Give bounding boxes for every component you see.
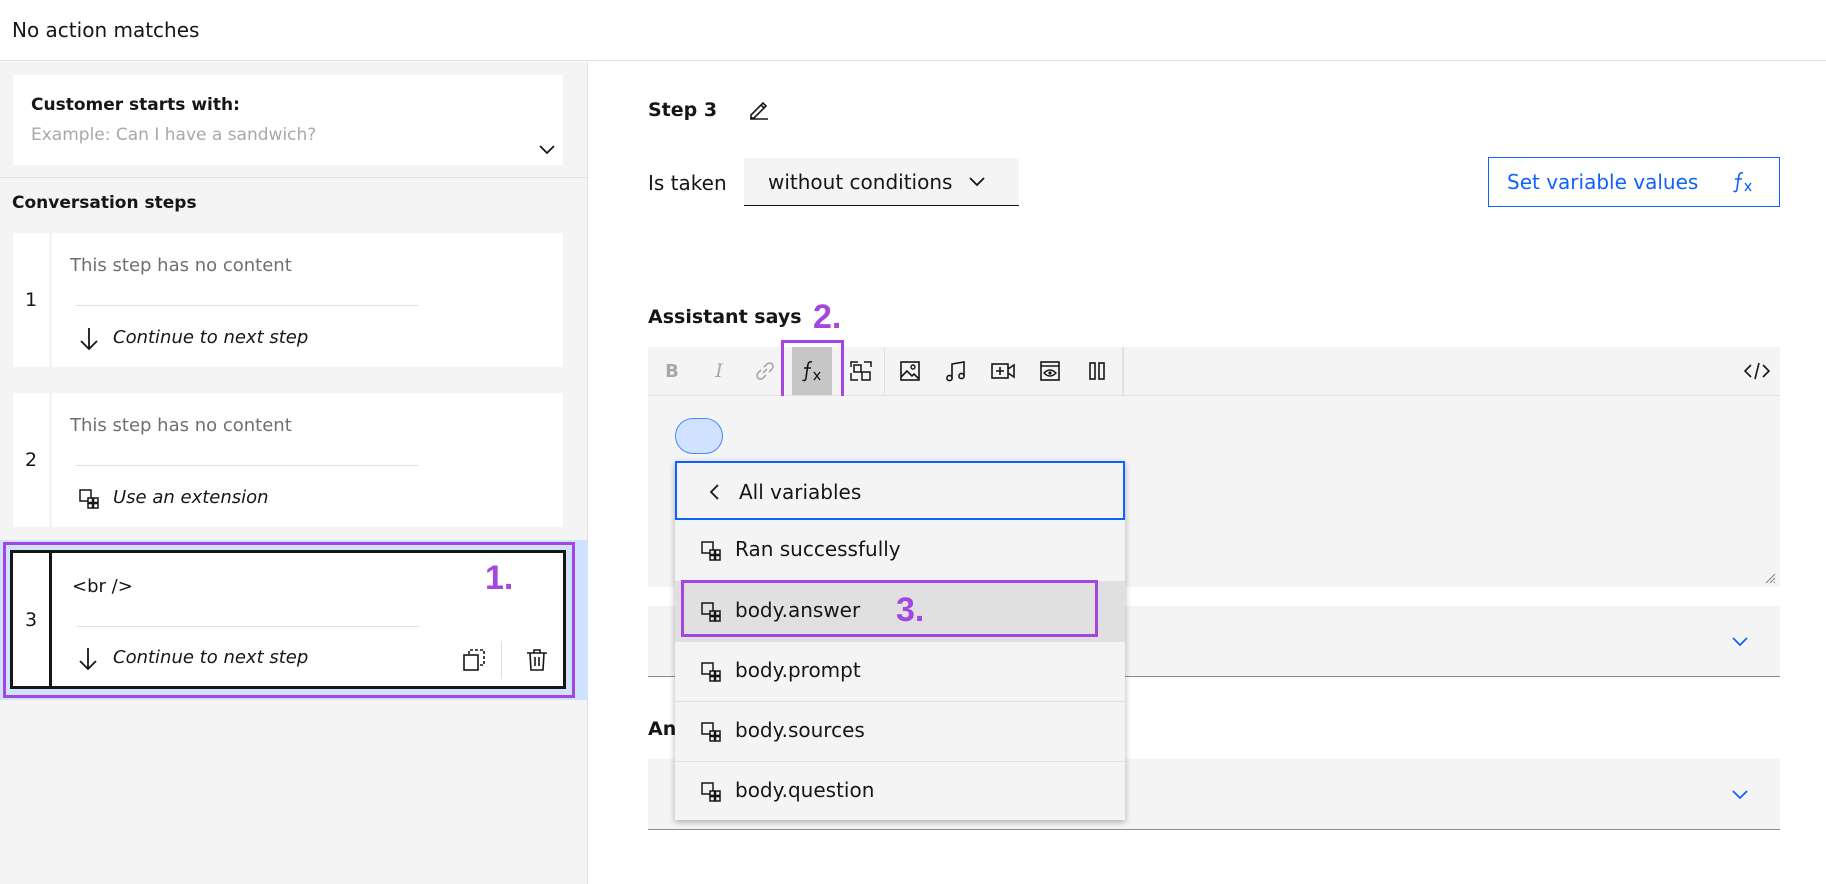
conversation-steps-title: Conversation steps — [12, 193, 197, 213]
toolbar-separator — [1123, 347, 1124, 395]
step-number: 1 — [25, 289, 38, 311]
edit-pencil-icon[interactable] — [748, 98, 770, 120]
variable-item-body-question[interactable]: body.question — [675, 761, 1125, 820]
link-button[interactable] — [745, 347, 785, 395]
arrow-down-icon — [78, 647, 98, 671]
variable-item-label: body.prompt — [735, 658, 861, 682]
image-icon — [900, 361, 920, 381]
page-title: No action matches — [12, 18, 200, 42]
step-title: Step 3 — [648, 99, 718, 121]
arrow-down-icon — [79, 327, 99, 351]
action-separator — [501, 641, 502, 679]
video-button[interactable] — [983, 347, 1023, 395]
all-variables-back-button[interactable]: All variables — [675, 461, 1125, 520]
italic-button[interactable]: I — [699, 347, 739, 395]
video-add-icon — [991, 363, 1015, 379]
variable-item-label: body.sources — [735, 718, 865, 742]
chevron-down-icon[interactable] — [539, 145, 555, 155]
duplicate-icon[interactable] — [462, 648, 486, 672]
step-action: Use an extension — [113, 487, 269, 508]
code-view-button[interactable] — [1737, 347, 1777, 395]
variable-chip[interactable] — [675, 418, 723, 454]
annotation-label-1: 1. — [485, 559, 514, 597]
step-card-2[interactable]: 2 This step has no content Use an extens… — [13, 393, 563, 527]
step-divider — [77, 626, 419, 627]
trash-icon[interactable] — [526, 648, 548, 672]
customer-starts-input[interactable]: Example: Can I have a sandwich? — [31, 125, 316, 145]
and-then-label: An — [648, 718, 677, 740]
top-bar: No action matches — [0, 0, 1826, 61]
variable-item-label: Ran successfully — [735, 537, 901, 561]
columns-button[interactable] — [1077, 347, 1117, 395]
step-action: Continue to next step — [113, 647, 309, 668]
step-action: Continue to next step — [113, 327, 309, 348]
chevron-left-icon — [710, 484, 720, 500]
extension-icon — [701, 722, 721, 742]
step-content: This step has no content — [70, 255, 292, 276]
variable-menu: All variables Ran successfully body.answ… — [675, 461, 1125, 820]
iframe-button[interactable] — [1030, 347, 1070, 395]
columns-icon — [1089, 362, 1105, 380]
step-divider — [76, 305, 418, 306]
assistant-says-label: Assistant says — [648, 306, 802, 328]
extension-icon — [79, 489, 99, 509]
is-taken-label: Is taken — [648, 171, 727, 195]
set-variable-values-label: Set variable values — [1507, 170, 1699, 194]
variable-mapping-icon — [850, 361, 872, 381]
chevron-down-icon — [1732, 790, 1748, 800]
link-icon — [756, 362, 774, 380]
step-content: This step has no content — [70, 415, 292, 436]
annotation-label-3: 3. — [896, 591, 925, 629]
step-divider — [76, 465, 418, 466]
left-divider — [0, 177, 588, 178]
extension-icon — [701, 541, 721, 561]
condition-dropdown[interactable]: without conditions — [744, 158, 1019, 206]
step-card-1[interactable]: 1 This step has no content Continue to n… — [13, 233, 563, 367]
variable-item-label: body.question — [735, 778, 875, 802]
chevron-down-icon — [969, 177, 985, 187]
image-button[interactable] — [890, 347, 930, 395]
step-number: 3 — [25, 609, 38, 631]
step-number: 2 — [25, 449, 38, 471]
set-variable-values-button[interactable]: Set variable values — [1488, 157, 1780, 207]
step-card-3[interactable]: 3 <br /> Continue to next step — [10, 550, 566, 689]
chevron-down-icon — [1732, 637, 1748, 647]
variable-item-ran-successfully[interactable]: Ran successfully — [675, 521, 1125, 581]
toolbar-separator — [1122, 347, 1123, 395]
annotation-box-3 — [681, 580, 1098, 637]
extension-icon — [701, 782, 721, 802]
italic-icon: I — [715, 360, 723, 382]
customer-starts-label: Customer starts with: — [31, 95, 240, 115]
variable-item-body-prompt[interactable]: body.prompt — [675, 641, 1125, 701]
extension-icon — [701, 662, 721, 682]
variable-item-body-sources[interactable]: body.sources — [675, 701, 1125, 761]
bold-button[interactable]: B — [652, 347, 692, 395]
resize-grip-icon[interactable] — [1764, 572, 1776, 584]
customer-starts-card[interactable]: Customer starts with: Example: Can I hav… — [13, 75, 563, 165]
toolbar-separator — [884, 347, 885, 395]
variable-mapping-button[interactable] — [841, 347, 881, 395]
step-content: <br /> — [72, 576, 133, 597]
annotation-label-2: 2. — [813, 298, 842, 336]
function-icon — [1732, 170, 1754, 194]
music-note-icon — [946, 361, 965, 382]
condition-value: without conditions — [768, 170, 953, 194]
code-icon — [1744, 362, 1770, 380]
audio-button[interactable] — [936, 347, 976, 395]
all-variables-label: All variables — [739, 480, 862, 504]
annotation-box-2 — [781, 340, 844, 401]
iframe-icon — [1040, 361, 1060, 381]
bold-icon: B — [665, 360, 679, 382]
